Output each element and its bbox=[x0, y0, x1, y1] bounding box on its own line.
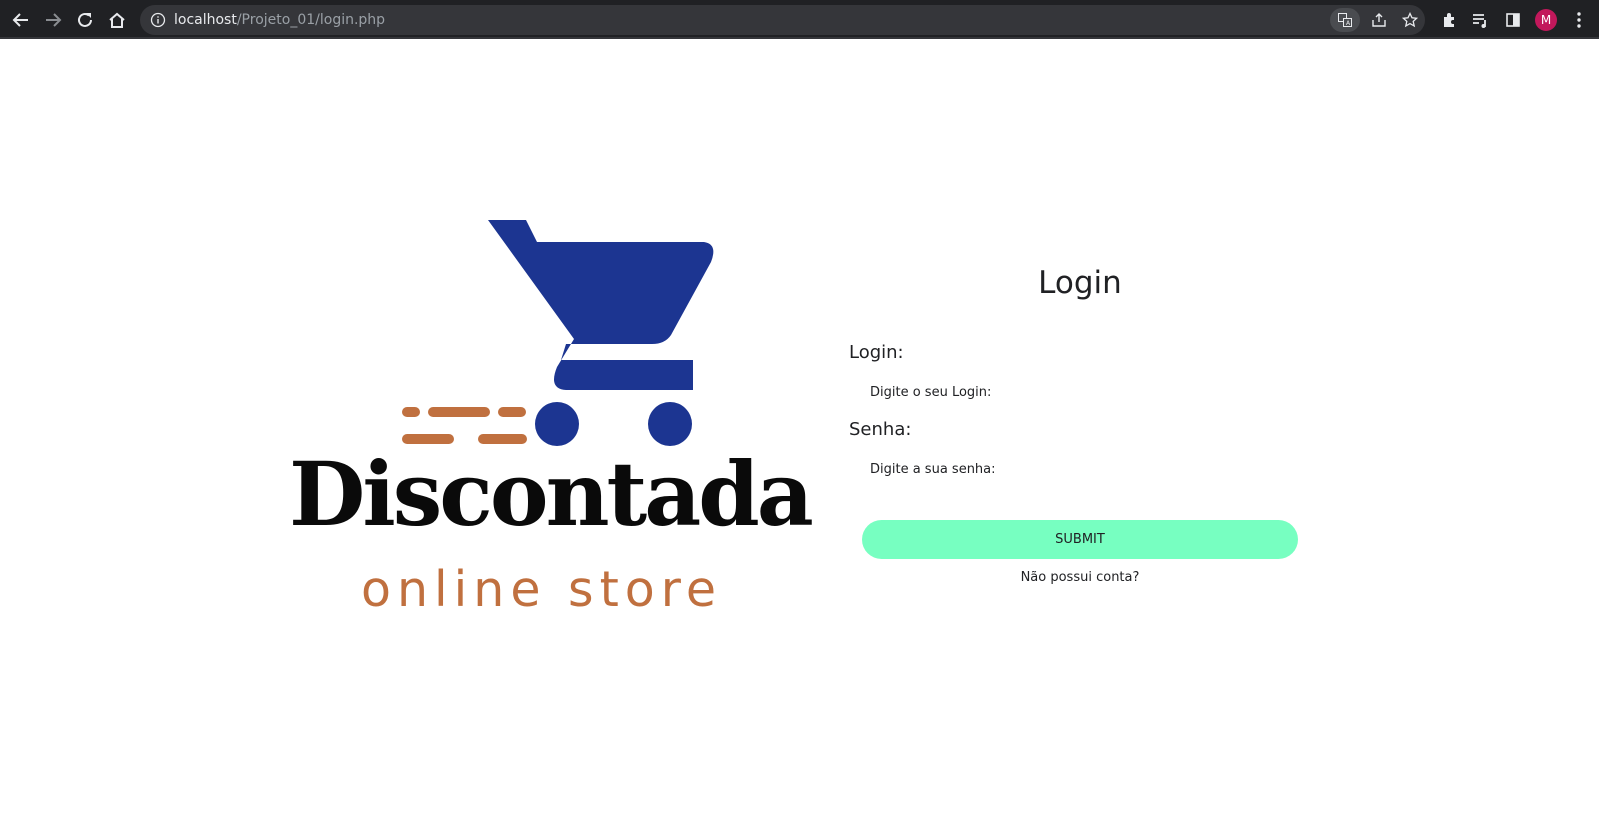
store-logo bbox=[402, 220, 714, 446]
login-label: Login: bbox=[849, 342, 904, 363]
reload-icon[interactable] bbox=[71, 6, 99, 34]
extensions-icon[interactable] bbox=[1436, 6, 1464, 34]
speed-lines-icon bbox=[402, 407, 527, 444]
address-bar[interactable]: localhost/Projeto_01/login.php A bbox=[140, 5, 1425, 35]
password-input[interactable] bbox=[866, 457, 1266, 481]
brand-name: Discontada bbox=[289, 442, 814, 546]
translate-icon[interactable]: A bbox=[1330, 8, 1360, 32]
signup-link[interactable]: Não possui conta? bbox=[980, 570, 1180, 585]
share-icon[interactable] bbox=[1365, 6, 1393, 34]
side-panel-icon[interactable] bbox=[1499, 6, 1527, 34]
site-info-icon[interactable] bbox=[150, 12, 166, 28]
bookmark-star-icon[interactable] bbox=[1396, 6, 1424, 34]
brand-tagline: online store bbox=[361, 561, 722, 618]
submit-button[interactable]: SUBMIT bbox=[862, 520, 1298, 559]
back-icon[interactable] bbox=[7, 6, 35, 34]
page-title: Login bbox=[1038, 265, 1122, 301]
reading-list-icon[interactable] bbox=[1466, 6, 1494, 34]
login-input[interactable] bbox=[866, 380, 1266, 404]
browser-toolbar: localhost/Projeto_01/login.php A M bbox=[0, 0, 1599, 39]
forward-icon[interactable] bbox=[39, 6, 67, 34]
password-label: Senha: bbox=[849, 419, 912, 440]
profile-avatar[interactable]: M bbox=[1535, 9, 1557, 31]
url-text: localhost/Projeto_01/login.php bbox=[174, 12, 386, 28]
home-icon[interactable] bbox=[103, 6, 131, 34]
menu-icon[interactable] bbox=[1565, 6, 1593, 34]
